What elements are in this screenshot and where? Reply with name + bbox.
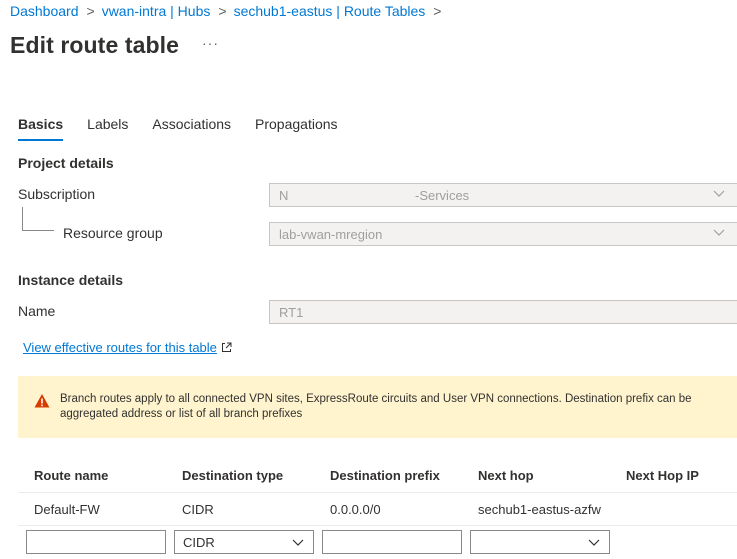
destination-type-select[interactable]: CIDR — [174, 530, 314, 554]
page-title: Edit route table — [10, 32, 180, 58]
project-details-heading: Project details — [18, 155, 114, 171]
view-effective-routes-label: View effective routes for this table — [23, 340, 217, 355]
next-hop-select[interactable] — [470, 530, 610, 554]
warning-banner: Branch routes apply to all connected VPN… — [18, 376, 737, 438]
subscription-select[interactable]: N -Services — [269, 183, 737, 207]
breadcrumb-vwan-hubs[interactable]: vwan-intra | Hubs — [102, 3, 211, 19]
subscription-value-suffix: -Services — [415, 188, 470, 203]
breadcrumb-route-tables[interactable]: sechub1-eastus | Route Tables — [234, 3, 426, 19]
breadcrumb-separator: > — [433, 3, 442, 19]
external-link-icon — [221, 342, 232, 352]
more-options-button[interactable]: ··· — [202, 35, 219, 51]
tab-propagations[interactable]: Propagations — [255, 116, 338, 141]
route-name-cell: Default-FW — [34, 502, 100, 517]
breadcrumb: Dashboard > vwan-intra | Hubs > sechub1-… — [10, 3, 448, 19]
subscription-label: Subscription — [18, 186, 96, 202]
destination-prefix-cell: 0.0.0.0/0 — [330, 502, 381, 517]
tab-labels[interactable]: Labels — [87, 116, 128, 141]
column-header-destination-prefix: Destination prefix — [330, 468, 440, 483]
column-header-next-hop-ip: Next Hop IP — [626, 468, 699, 483]
resource-group-value: lab-vwan-mregion — [279, 227, 383, 242]
tab-basics[interactable]: Basics — [18, 116, 64, 141]
column-header-next-hop: Next hop — [478, 468, 534, 483]
destination-type-cell: CIDR — [182, 502, 214, 517]
chevron-down-icon — [292, 539, 304, 546]
breadcrumb-separator: > — [218, 3, 227, 19]
route-name-input[interactable] — [26, 530, 166, 554]
view-effective-routes-link[interactable]: View effective routes for this table — [23, 340, 232, 355]
chevron-down-icon — [713, 229, 725, 236]
name-field[interactable]: RT1 — [269, 300, 737, 324]
breadcrumb-separator: > — [86, 3, 95, 19]
subscription-value-prefix: N — [279, 188, 289, 203]
warning-icon — [34, 394, 50, 408]
tab-associations[interactable]: Associations — [152, 116, 231, 141]
column-header-destination-type: Destination type — [182, 468, 284, 483]
resource-group-label: Resource group — [63, 225, 163, 241]
tree-connector — [22, 207, 54, 231]
destination-prefix-input[interactable] — [322, 530, 462, 554]
routes-grid: Route name Destination type Destination … — [18, 458, 737, 526]
tab-bar: Basics Labels Associations Propagations — [18, 116, 362, 141]
instance-details-heading: Instance details — [18, 272, 124, 288]
column-header-route-name: Route name — [34, 468, 109, 483]
chevron-down-icon — [588, 539, 600, 546]
breadcrumb-dashboard[interactable]: Dashboard — [10, 3, 79, 19]
next-hop-cell: sechub1-eastus-azfw — [478, 502, 601, 517]
name-label: Name — [18, 303, 56, 319]
name-value: RT1 — [279, 305, 304, 320]
resource-group-select[interactable]: lab-vwan-mregion — [269, 222, 737, 246]
chevron-down-icon — [713, 190, 725, 197]
table-header-row: Route name Destination type Destination … — [18, 458, 737, 493]
table-row[interactable]: Default-FW CIDR 0.0.0.0/0 sechub1-eastus… — [18, 493, 737, 526]
destination-type-value: CIDR — [183, 535, 215, 550]
warning-message: Branch routes apply to all connected VPN… — [60, 393, 692, 420]
